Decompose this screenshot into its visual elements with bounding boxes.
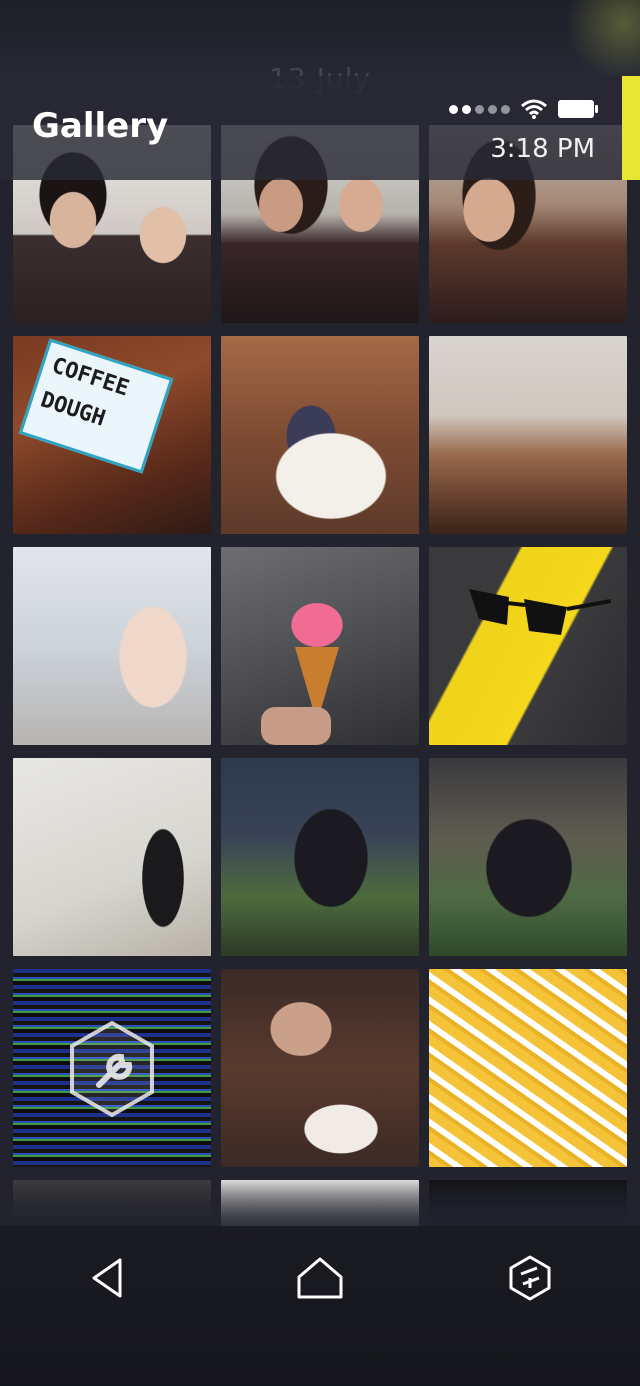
- photo-tile[interactable]: [221, 547, 419, 745]
- repair-wrench-icon[interactable]: [69, 1021, 155, 1117]
- navigation-bar: [0, 1226, 640, 1386]
- accent-bar: [622, 76, 640, 180]
- photo-tile[interactable]: [429, 758, 627, 956]
- back-triangle-icon: [92, 1258, 122, 1298]
- sunglasses: [469, 589, 612, 635]
- hexagon-switcher-icon: [509, 1255, 551, 1301]
- status-icons: [449, 98, 598, 120]
- photo-tile[interactable]: [221, 336, 419, 534]
- photo-tile[interactable]: [13, 547, 211, 745]
- home-button[interactable]: [290, 1252, 350, 1304]
- coffee-sign: COFFEE DOUGH: [18, 338, 174, 474]
- photo-grid: COFFEE DOUGH: [13, 125, 627, 1240]
- photo-tile[interactable]: [429, 547, 627, 745]
- page-title: Gallery: [32, 106, 169, 146]
- photo-tile[interactable]: [13, 969, 211, 1167]
- signal-dots-icon: [449, 104, 510, 114]
- photo-tile[interactable]: [429, 969, 627, 1167]
- battery-icon: [558, 100, 598, 118]
- photo-tile[interactable]: [221, 969, 419, 1167]
- wifi-icon: [521, 99, 547, 119]
- clock-time: 3:18 PM: [490, 134, 595, 164]
- ice-cream-cone: [261, 647, 339, 745]
- photo-tile[interactable]: [13, 758, 211, 956]
- photo-tile[interactable]: COFFEE DOUGH: [13, 336, 211, 534]
- home-icon: [297, 1257, 343, 1299]
- apps-switcher-button[interactable]: [500, 1252, 560, 1304]
- back-button[interactable]: [78, 1252, 138, 1304]
- photo-tile[interactable]: [429, 336, 627, 534]
- photo-tile[interactable]: [221, 758, 419, 956]
